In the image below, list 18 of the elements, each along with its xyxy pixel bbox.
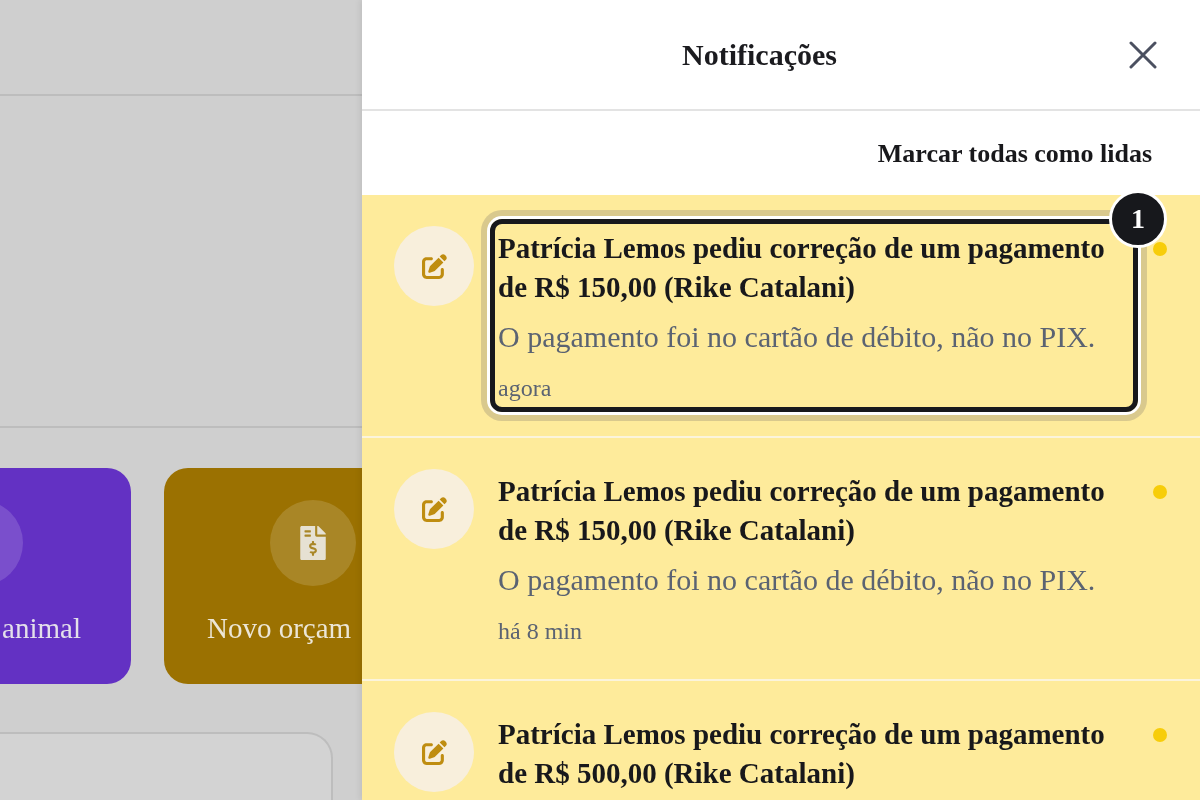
shortcut-label: Novo orçam <box>207 611 352 646</box>
notification-title: Patrícia Lemos pediu correção de um pagamento de R$ 150,00 (Rike Catalani) <box>498 474 1106 548</box>
notification-item[interactable]: Patrícia Lemos pediu correção de um pagamento de R$ 500,00 (Rike Catalani) <box>362 681 1200 800</box>
notification-time: agora <box>498 374 553 402</box>
notification-message: O pagamento foi no cartão de débito, não no PIX. <box>498 562 1097 598</box>
close-icon <box>1129 40 1157 69</box>
notification-message: O pagamento foi no cartão de débito, não no PIX. <box>498 319 1097 355</box>
notification-item[interactable]: Patrícia Lemos pediu correção de um pagamento de R$ 150,00 (Rike Catalani) O pagamento foi no cartão de débito, não no PIX. há 8 min <box>362 438 1200 681</box>
close-button[interactable] <box>1129 40 1157 69</box>
panel-title: Notificações <box>682 37 837 73</box>
notification-title: Patrícia Lemos pediu correção de um pagamento de R$ 150,00 (Rike Catalani) <box>498 231 1106 305</box>
shortcut-tile[interactable]: Novo orçam <box>164 468 362 684</box>
notification-title: Patrícia Lemos pediu correção de um pagamento de R$ 500,00 (Rike Catalani) <box>498 717 1106 791</box>
mark-all-read-button[interactable]: Marcar todas como lidas <box>877 133 1152 173</box>
notification-time: há 8 min <box>498 617 583 645</box>
shortcut-tile[interactable]: animal <box>0 468 131 684</box>
shortcut-label: animal <box>2 611 81 646</box>
step-badge: 1 <box>1109 190 1167 248</box>
